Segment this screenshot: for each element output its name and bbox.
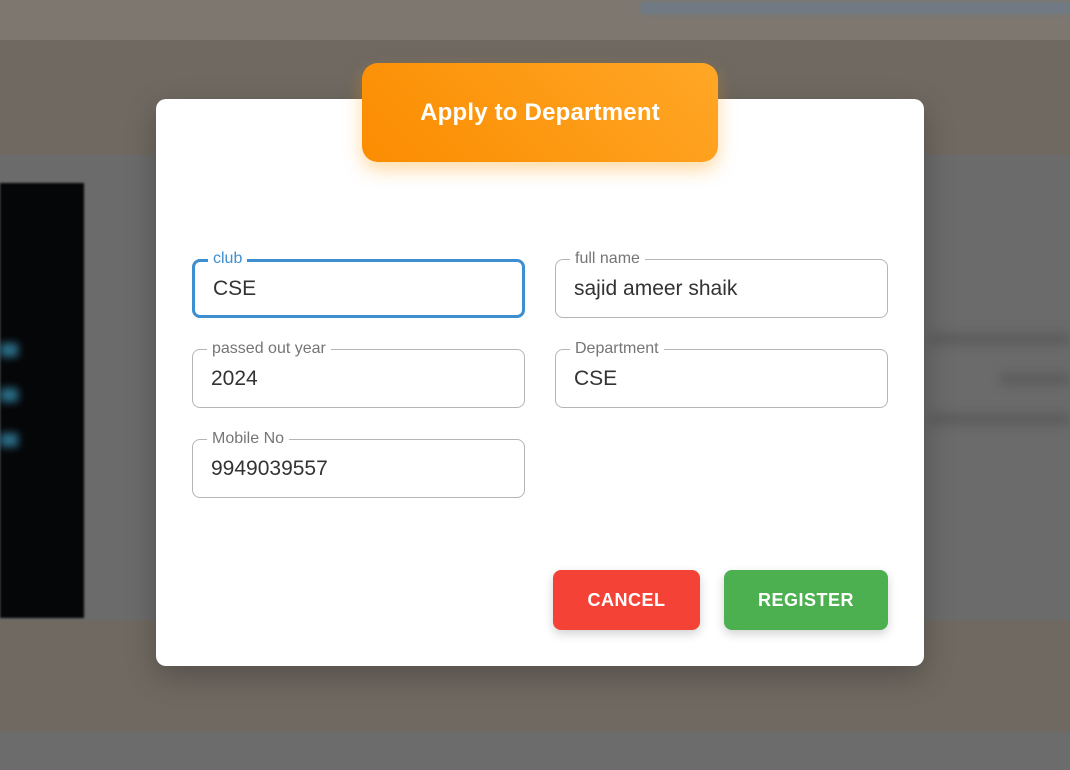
background-text-line <box>930 412 1070 426</box>
background-text-line <box>1000 372 1070 386</box>
dialog-header: Apply to Department <box>362 63 718 162</box>
department-field[interactable]: Department <box>555 339 888 408</box>
club-input[interactable] <box>213 275 503 303</box>
mobile-label: Mobile No <box>207 429 290 449</box>
background-topbar-line <box>640 2 1070 14</box>
background-video-glow <box>0 343 18 357</box>
full-name-input[interactable] <box>574 275 864 303</box>
club-label: club <box>208 249 248 269</box>
background-bottom-bar <box>0 732 1070 770</box>
background-video-glow <box>0 388 18 402</box>
passed-out-year-input[interactable] <box>211 365 501 393</box>
register-button[interactable]: REGISTER <box>724 570 888 630</box>
cancel-button[interactable]: CANCEL <box>553 570 700 630</box>
background-video <box>0 183 84 618</box>
background-video-glow <box>0 433 18 447</box>
club-field[interactable]: club <box>192 249 525 318</box>
full-name-label: full name <box>570 249 645 269</box>
department-input[interactable] <box>574 365 864 393</box>
mobile-input[interactable] <box>211 455 501 483</box>
passed-out-year-label: passed out year <box>207 339 331 359</box>
mobile-field[interactable]: Mobile No <box>192 429 525 498</box>
passed-out-year-field[interactable]: passed out year <box>192 339 525 408</box>
full-name-field[interactable]: full name <box>555 249 888 318</box>
background-text-line <box>930 332 1070 346</box>
background-topbar <box>0 0 1070 40</box>
dialog-title: Apply to Department <box>420 98 660 126</box>
department-label: Department <box>570 339 664 359</box>
